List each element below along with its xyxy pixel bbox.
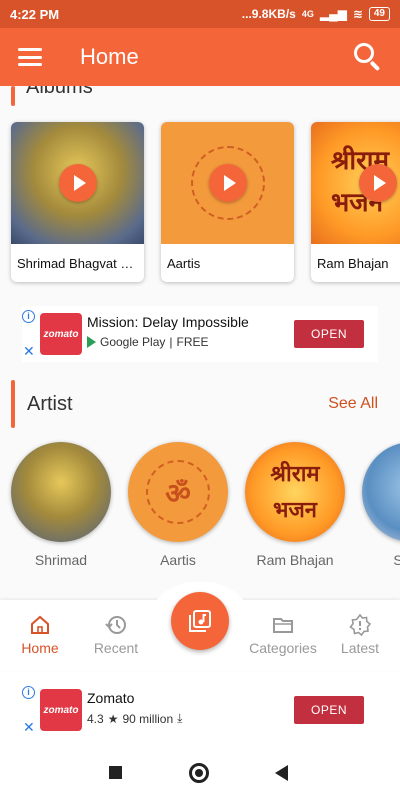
nav-item-categories[interactable]: Categories xyxy=(243,614,323,656)
album-thumb-ram: श्रीराम भजन xyxy=(311,122,400,244)
ad-store: Google Play xyxy=(100,335,166,349)
ad-open-button[interactable]: OPEN xyxy=(294,696,364,724)
network-speed: ...9.8KB/s xyxy=(241,7,296,21)
album-thumb-aartis xyxy=(161,122,294,244)
network-type: 4G xyxy=(301,9,314,19)
battery-icon: 49 xyxy=(368,7,390,21)
ad-close-icon[interactable]: ✕ xyxy=(23,719,35,736)
page-title: Home xyxy=(80,44,139,69)
artist-label: Shrimad xyxy=(34,552,88,568)
play-icon[interactable] xyxy=(58,164,97,202)
ad-price: FREE xyxy=(176,335,209,349)
ad-close-icon[interactable]: ✕ xyxy=(23,343,35,360)
menu-icon[interactable] xyxy=(18,48,42,66)
music-library-button[interactable] xyxy=(171,592,229,650)
artist-section-header: Artist See All xyxy=(0,380,400,428)
artist-avatar xyxy=(11,442,111,542)
om-symbol: ॐ xyxy=(165,477,191,510)
ad-title: Zomato xyxy=(87,690,135,706)
ad-info-icon[interactable]: i xyxy=(22,310,35,323)
artist-label: Ram Bhajan xyxy=(256,552,334,568)
artist-avatar: श्रीराम भजन xyxy=(245,442,345,542)
history-icon xyxy=(105,614,127,636)
album-card-aartis[interactable]: Aartis xyxy=(161,122,294,282)
ad-title: Mission: Delay Impossible xyxy=(87,314,249,330)
status-icons: ...9.8KB/s 4G ▂▄▆ ≋ 49 xyxy=(242,7,390,21)
nav-item-recent[interactable]: Recent xyxy=(76,614,156,656)
home-system-icon[interactable] xyxy=(189,763,209,783)
zomato-logo: zomato xyxy=(40,313,82,355)
album-thumb-krishna xyxy=(11,122,144,244)
ad-banner-top[interactable]: i ✕ zomato Mission: Delay Impossible Goo… xyxy=(22,306,378,362)
ad-separator: | xyxy=(169,335,173,349)
artist-item-shrimad[interactable]: Shrimad xyxy=(11,442,111,568)
album-card-ram-bhajan[interactable]: श्रीराम भजन Ram Bhajan xyxy=(311,122,400,282)
nav-label: Recent xyxy=(93,640,139,656)
star-icon: ★ xyxy=(107,711,119,726)
download-icon: ⤓ xyxy=(177,711,183,725)
nav-label: Latest xyxy=(340,640,380,656)
home-content[interactable]: Albums Shrimad Bhagvat Gita Aartis श्रीर… xyxy=(0,86,400,600)
see-all-link[interactable]: See All xyxy=(328,395,378,413)
artist-section-bar xyxy=(11,380,15,428)
albums-carousel[interactable]: Shrimad Bhagvat Gita Aartis श्रीराम भजन … xyxy=(11,122,400,282)
artist-label: Aartis xyxy=(160,552,196,568)
music-library-icon xyxy=(188,609,212,633)
album-label: Aartis xyxy=(167,256,201,271)
system-navigation-bar xyxy=(0,746,400,800)
album-label: Ram Bhajan xyxy=(317,256,389,271)
ad-rating: 4.3 xyxy=(87,711,104,726)
play-icon[interactable] xyxy=(208,164,247,202)
nav-item-home[interactable]: Home xyxy=(0,614,80,656)
ad-open-button[interactable]: OPEN xyxy=(294,320,364,348)
status-time: 4:22 PM xyxy=(10,6,60,22)
artist-label: Shree xyxy=(393,552,400,568)
artist-avatar xyxy=(362,442,400,542)
google-play-icon xyxy=(87,336,96,348)
ad-banner-bottom[interactable]: i ✕ zomato Zomato 4.3 ★ 90 million ⤓ OPE… xyxy=(22,682,378,738)
search-icon[interactable] xyxy=(354,43,382,72)
home-icon xyxy=(29,614,51,636)
status-bar: 4:22 PM ...9.8KB/s 4G ▂▄▆ ≋ 49 xyxy=(0,0,400,28)
bottom-navigation: Home Recent Categories Latest xyxy=(0,582,400,670)
nav-item-latest[interactable]: Latest xyxy=(320,613,400,656)
ad-installs: 90 million xyxy=(122,711,174,726)
artist-item-shree[interactable]: Shree xyxy=(362,442,400,568)
circle-devanagari-text: श्रीराम भजन xyxy=(270,461,320,523)
zomato-logo: zomato xyxy=(40,689,82,731)
recents-icon[interactable] xyxy=(109,766,122,779)
play-icon[interactable] xyxy=(358,164,397,202)
artist-item-aartis[interactable]: ॐ Aartis xyxy=(128,442,228,568)
artist-avatar: ॐ xyxy=(128,442,228,542)
album-label: Shrimad Bhagvat Gita xyxy=(17,256,144,271)
album-card-shrimad[interactable]: Shrimad Bhagvat Gita xyxy=(11,122,144,282)
nav-label: Categories xyxy=(249,640,317,656)
ad-subtitle: Google Play | FREE xyxy=(87,335,209,349)
albums-section-bar xyxy=(11,86,15,106)
back-icon[interactable] xyxy=(275,765,288,781)
signal-icon: ▂▄▆ xyxy=(319,7,347,21)
new-badge-icon xyxy=(349,613,372,637)
artist-item-ram-bhajan[interactable]: श्रीराम भजन Ram Bhajan xyxy=(245,442,345,568)
artist-carousel[interactable]: Shrimad ॐ Aartis श्रीराम भजन Ram Bhajan … xyxy=(11,442,400,568)
albums-section-title: Albums xyxy=(26,86,93,98)
app-bar: Home xyxy=(0,28,400,86)
folder-icon xyxy=(272,614,294,636)
ad-info-icon[interactable]: i xyxy=(22,686,35,699)
ad-subtitle: 4.3 ★ 90 million ⤓ xyxy=(87,711,182,726)
nav-label: Home xyxy=(21,640,59,656)
artist-section-title: Artist xyxy=(27,393,73,415)
wifi-icon: ≋ xyxy=(352,7,363,21)
